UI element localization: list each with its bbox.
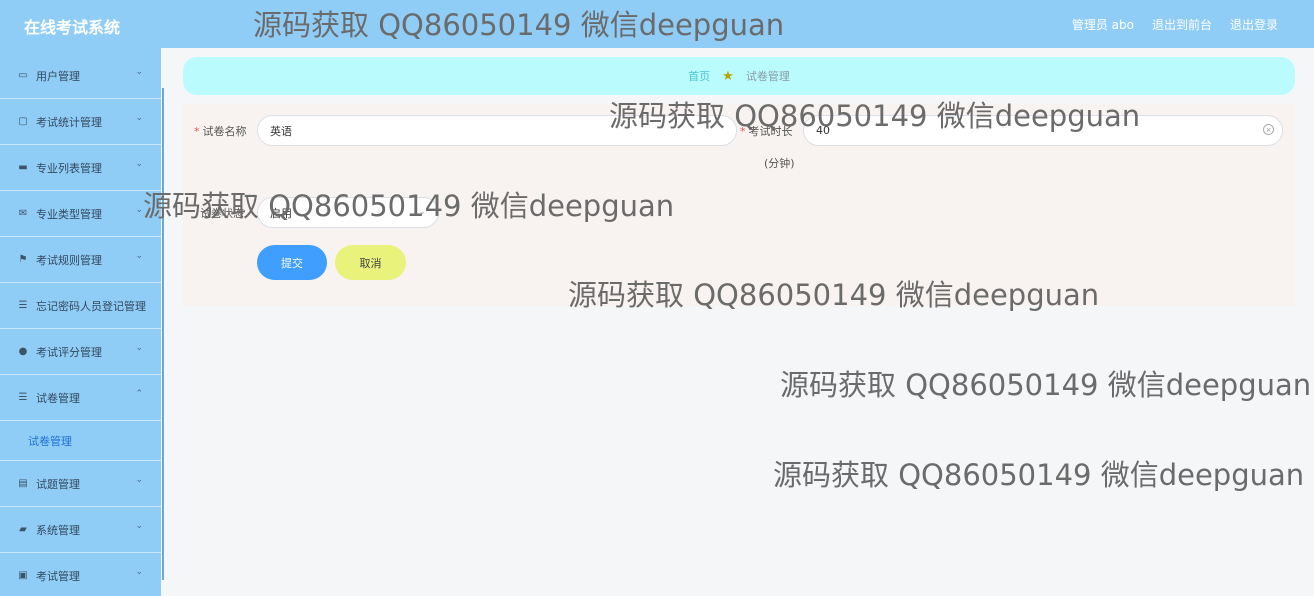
chat-icon: ▢ (18, 116, 28, 127)
star-icon: ★ (722, 68, 734, 84)
paper-status-select[interactable]: 启用 ⌄ (257, 197, 439, 228)
clear-icon[interactable]: × (1263, 124, 1274, 135)
sidebar-item-exam-statistics[interactable]: ▢ 考试统计管理 ⌄ (0, 99, 161, 145)
chevron-down-icon: ⌄ (418, 207, 426, 217)
admin-user-label[interactable]: 管理员 abo (1072, 16, 1134, 33)
exam-duration-input[interactable]: 40 × (803, 115, 1283, 146)
paper-name-label: * 试卷名称 (194, 125, 247, 138)
breadcrumb: 首页 ★ 试卷管理 (183, 57, 1295, 95)
duration-unit-label: (分钟) (764, 157, 795, 170)
chevron-down-icon: ⌄ (135, 475, 143, 485)
sidebar-item-user-management[interactable]: ▭ 用户管理 ⌄ (0, 53, 161, 99)
watermark-text: 源码获取 QQ86050149 微信deepguan (773, 458, 1305, 492)
sidebar-item-label: 系统管理 (36, 523, 80, 537)
sidebar-scrollbar[interactable] (162, 88, 164, 580)
sidebar-item-exam-scoring[interactable]: ● 考试评分管理 ⌄ (0, 329, 161, 375)
list-icon: ☰ (18, 300, 28, 311)
paper-name-input[interactable]: 英语 (257, 115, 737, 146)
sidebar-item-system-management[interactable]: ▰ 系统管理 ⌄ (0, 507, 161, 553)
sidebar-item-label: 试卷管理 (36, 391, 80, 405)
exam-duration-label: * 考试时长 (740, 125, 793, 138)
sidebar-item-question-management[interactable]: ▤ 试题管理 ⌄ (0, 461, 161, 507)
required-mark: * (740, 125, 746, 138)
chevron-down-icon: ⌄ (135, 251, 143, 261)
chevron-down-icon: ⌄ (135, 521, 143, 531)
cancel-button[interactable]: 取消 (335, 245, 406, 280)
briefcase-icon: ▰ (19, 524, 27, 535)
sidebar-item-label: 忘记密码人员登记管理 (36, 299, 146, 313)
back-to-frontend-link[interactable]: 退出到前台 (1152, 16, 1212, 33)
comment-icon: ▣ (18, 570, 28, 581)
list-icon: ☰ (18, 392, 28, 403)
flag-icon: ⚑ (18, 254, 28, 265)
sidebar-item-exam-rules[interactable]: ⚑ 考试规则管理 ⌄ (0, 237, 161, 283)
top-links: 管理员 abo 退出到前台 退出登录 (1072, 16, 1278, 33)
sidebar-item-exam-management[interactable]: ▣ 考试管理 ⌄ (0, 553, 161, 596)
chevron-down-icon: ⌄ (135, 159, 143, 169)
chevron-down-icon: ⌄ (135, 113, 143, 123)
chevron-down-icon: ⌄ (135, 67, 143, 77)
monitor-icon: ▬ (18, 162, 28, 173)
mail-icon: ✉ (18, 208, 28, 219)
submit-button[interactable]: 提交 (257, 245, 327, 280)
sidebar-subitem-paper-management[interactable]: 试卷管理 (0, 421, 161, 461)
breadcrumb-home-link[interactable]: 首页 (688, 68, 710, 84)
clipboard-icon: ▤ (18, 478, 28, 489)
chevron-down-icon: ⌄ (135, 205, 143, 215)
exam-duration-value: 40 (816, 124, 830, 137)
chevron-down-icon: ⌄ (135, 567, 143, 577)
sidebar: ▭ 用户管理 ⌄ ▢ 考试统计管理 ⌄ ▬ 专业列表管理 ⌄ ✉ 专业类型管理 … (0, 48, 161, 596)
chevron-up-icon: ⌃ (135, 389, 143, 399)
sidebar-item-major-list[interactable]: ▬ 专业列表管理 ⌄ (0, 145, 161, 191)
chevron-down-icon: ⌄ (135, 343, 143, 353)
sidebar-item-paper-management[interactable]: ☰ 试卷管理 ⌃ (0, 375, 161, 421)
sidebar-item-forgot-password[interactable]: ☰ 忘记密码人员登记管理 (0, 283, 161, 329)
person-icon: ● (18, 346, 28, 357)
breadcrumb-current: 试卷管理 (745, 70, 790, 83)
sidebar-item-major-type[interactable]: ✉ 专业类型管理 ⌄ (0, 191, 161, 237)
sidebar-item-label: 专业类型管理 (36, 207, 102, 221)
app-title: 在线考试系统 (24, 18, 121, 37)
sidebar-item-label: 考试评分管理 (36, 345, 102, 359)
logout-link[interactable]: 退出登录 (1230, 16, 1278, 33)
user-card-icon: ▭ (18, 70, 28, 81)
sidebar-item-label: 用户管理 (36, 69, 80, 83)
required-mark: * (194, 125, 200, 138)
top-bar: 在线考试系统 管理员 abo 退出到前台 退出登录 (0, 0, 1314, 48)
sidebar-item-label: 考试规则管理 (36, 253, 102, 267)
sidebar-item-label: 考试统计管理 (36, 115, 102, 129)
paper-status-value: 启用 (270, 206, 292, 220)
sidebar-item-label: 试题管理 (36, 477, 80, 491)
sidebar-item-label: 考试管理 (36, 569, 80, 583)
sidebar-item-label: 专业列表管理 (36, 161, 102, 175)
paper-status-label: 试卷状态 (200, 207, 244, 220)
watermark-text: 源码获取 QQ86050149 微信deepguan (780, 368, 1312, 402)
